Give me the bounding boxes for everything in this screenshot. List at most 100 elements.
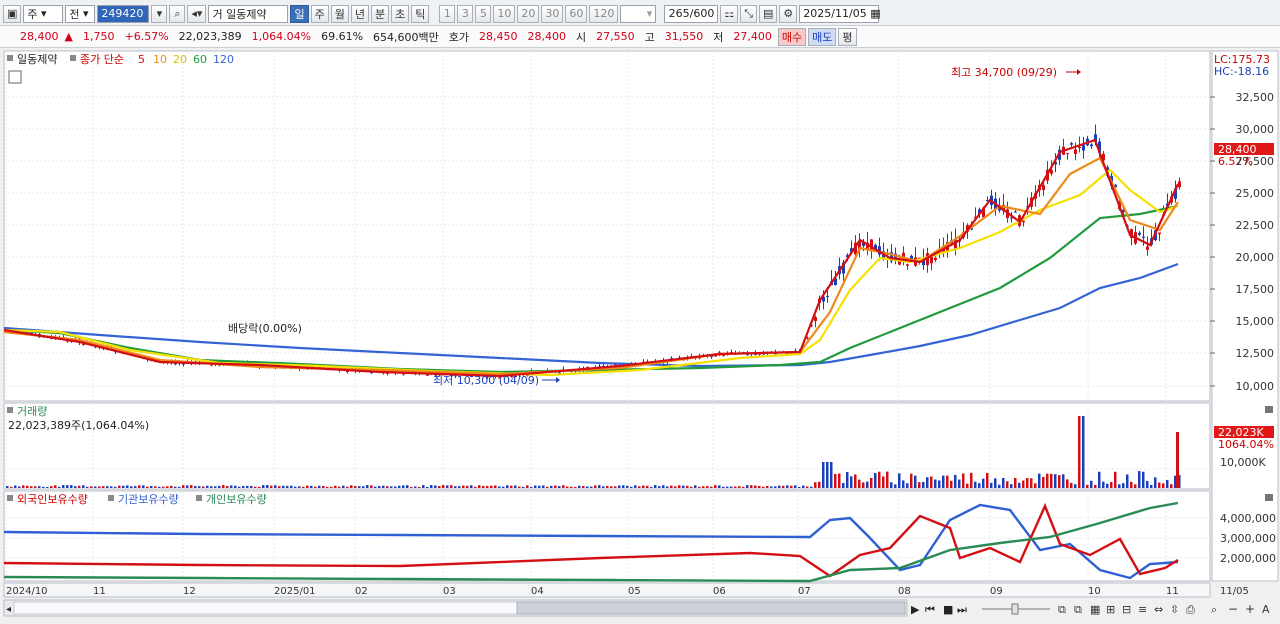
compare-icon[interactable]: ⊞ bbox=[1106, 603, 1115, 616]
fit-icon[interactable]: ⇔ bbox=[1154, 603, 1163, 616]
interval-1[interactable]: 1 bbox=[439, 4, 456, 23]
date-field[interactable]: 2025/11/05 ▦ bbox=[799, 4, 881, 23]
volume-bar bbox=[958, 479, 961, 488]
volume-bar bbox=[326, 486, 329, 488]
volume-bar bbox=[182, 485, 185, 488]
calculator-icon[interactable] bbox=[8, 70, 22, 84]
period-day[interactable]: 일 bbox=[290, 4, 309, 23]
volume-bar bbox=[1058, 475, 1061, 488]
holdings-marker-icon-2 bbox=[108, 495, 114, 501]
volume-bar bbox=[850, 476, 853, 488]
interval-10[interactable]: 10 bbox=[493, 4, 516, 23]
volume-bar bbox=[502, 486, 505, 488]
speaker-icon[interactable]: ◂▾ bbox=[187, 4, 207, 23]
play-icon[interactable]: ▶ bbox=[911, 603, 920, 616]
volume-bar bbox=[966, 483, 969, 488]
period-minute[interactable]: 분 bbox=[370, 4, 390, 23]
forward-icon[interactable]: ⏭ bbox=[957, 603, 967, 616]
scroll-left-icon[interactable]: ◂ bbox=[6, 604, 11, 615]
save-icon[interactable]: ▤ bbox=[759, 4, 778, 23]
volume-bar bbox=[230, 485, 233, 488]
scrollbar-track[interactable] bbox=[13, 601, 518, 615]
zoom-icon[interactable]: ⌕ bbox=[1211, 603, 1217, 616]
code-dropdown-icon[interactable]: ▾ bbox=[151, 4, 168, 23]
holdings-panel-close-icon[interactable] bbox=[1265, 494, 1273, 501]
volume-panel-close-icon[interactable] bbox=[1265, 406, 1273, 413]
price-panel-title: 일동제약 bbox=[17, 52, 57, 66]
volume-bar bbox=[1106, 483, 1109, 488]
search-icon[interactable]: ⌕ bbox=[169, 4, 186, 23]
volume-bar bbox=[1066, 479, 1069, 488]
volume-bar bbox=[978, 483, 981, 488]
volume-bar bbox=[510, 485, 513, 488]
volume-bar bbox=[38, 486, 41, 488]
pan-icon[interactable]: ⇳ bbox=[1170, 603, 1179, 616]
prev-select[interactable]: 전 ▾ bbox=[65, 4, 96, 23]
volume-bar bbox=[126, 485, 129, 488]
high-value: 31,550 bbox=[664, 30, 704, 43]
holdings-series-institution: 기관보유수량 bbox=[118, 493, 179, 506]
interval-3[interactable]: 3 bbox=[457, 4, 474, 23]
volume-bar bbox=[310, 485, 313, 488]
volume-bar bbox=[1074, 484, 1077, 488]
ma-label: 종가 단순 bbox=[80, 53, 124, 66]
volume-bar bbox=[1026, 478, 1029, 488]
font-size-icon[interactable]: A bbox=[1262, 603, 1270, 616]
volume-bar bbox=[890, 482, 893, 488]
zoom-in-icon[interactable]: + bbox=[1245, 602, 1255, 616]
print-icon[interactable]: ⎙ bbox=[1186, 603, 1195, 616]
table-icon[interactable]: ▦ bbox=[1090, 603, 1100, 616]
zoom-slider-handle[interactable] bbox=[1011, 603, 1019, 615]
window-icon[interactable]: ▣ bbox=[3, 4, 22, 23]
volume-bar bbox=[970, 472, 973, 488]
volume-bar bbox=[286, 485, 289, 488]
candle-body bbox=[1022, 220, 1025, 223]
stock-name-field[interactable]: 거 일동제약 bbox=[208, 4, 289, 23]
buy-button[interactable]: 매수 bbox=[777, 27, 807, 46]
period-week[interactable]: 주 bbox=[310, 4, 329, 23]
scrollbar-thumb[interactable] bbox=[516, 601, 906, 615]
zoom-out-icon[interactable]: − bbox=[1228, 602, 1238, 616]
period-second[interactable]: 초 bbox=[391, 4, 410, 23]
draw-tool-icon[interactable]: ⤡ bbox=[740, 4, 758, 23]
rewind-icon[interactable]: ⏮ bbox=[925, 603, 935, 616]
interval-120[interactable]: 120 bbox=[589, 4, 619, 23]
period-tick[interactable]: 틱 bbox=[411, 4, 430, 23]
chart-area[interactable]: 일동제약 종가 단순 5 10 20 60 120 LC:175.73 HC:-… bbox=[0, 50, 1280, 621]
stock-code-input[interactable]: 249420 bbox=[97, 4, 150, 23]
price-tick-label: 27,500 bbox=[1236, 155, 1275, 168]
period-month[interactable]: 월 bbox=[330, 4, 349, 23]
x-tick-label: 11 bbox=[93, 586, 106, 597]
gear-icon[interactable]: ⚙ bbox=[779, 4, 798, 23]
chart-type-icon[interactable]: ⚏ bbox=[720, 4, 739, 23]
interval-30[interactable]: 30 bbox=[541, 4, 564, 23]
interval-20[interactable]: 20 bbox=[517, 4, 540, 23]
volume-bar bbox=[258, 486, 261, 488]
layout-icon[interactable]: ⧉ bbox=[1058, 603, 1066, 616]
eval-button[interactable]: 평 bbox=[838, 27, 857, 46]
volume-bar bbox=[1094, 484, 1097, 488]
interval-60[interactable]: 60 bbox=[565, 4, 588, 23]
volume-bar bbox=[46, 486, 49, 488]
copy-icon[interactable]: ⧉ bbox=[1074, 603, 1082, 616]
price-tick-label: 12,500 bbox=[1236, 347, 1275, 360]
volume-bar bbox=[298, 486, 301, 488]
grid-icon[interactable]: ⊟ bbox=[1122, 603, 1131, 616]
sell-button[interactable]: 매도 bbox=[808, 27, 837, 46]
period-year[interactable]: 년 bbox=[350, 4, 369, 23]
volume-bar bbox=[590, 486, 593, 488]
volume-bar bbox=[1150, 484, 1153, 488]
stop-icon[interactable]: ■ bbox=[943, 603, 953, 616]
list-icon[interactable]: ≡ bbox=[1138, 603, 1147, 616]
interval-custom-select[interactable]: ▾ bbox=[620, 4, 657, 23]
period-select[interactable]: 주 ▾ bbox=[23, 4, 64, 23]
volume-bar bbox=[1014, 477, 1017, 488]
volume-bar bbox=[654, 485, 657, 488]
volume-bar bbox=[82, 485, 85, 488]
interval-5[interactable]: 5 bbox=[475, 4, 492, 23]
volume-panel-bg bbox=[3, 402, 1211, 490]
volume-bar bbox=[138, 485, 141, 488]
count-field[interactable]: 265/600 bbox=[664, 4, 719, 23]
volume-bar bbox=[1010, 484, 1013, 488]
stock-chart[interactable]: 일동제약 종가 단순 5 10 20 60 120 LC:175.73 HC:-… bbox=[0, 50, 1280, 621]
